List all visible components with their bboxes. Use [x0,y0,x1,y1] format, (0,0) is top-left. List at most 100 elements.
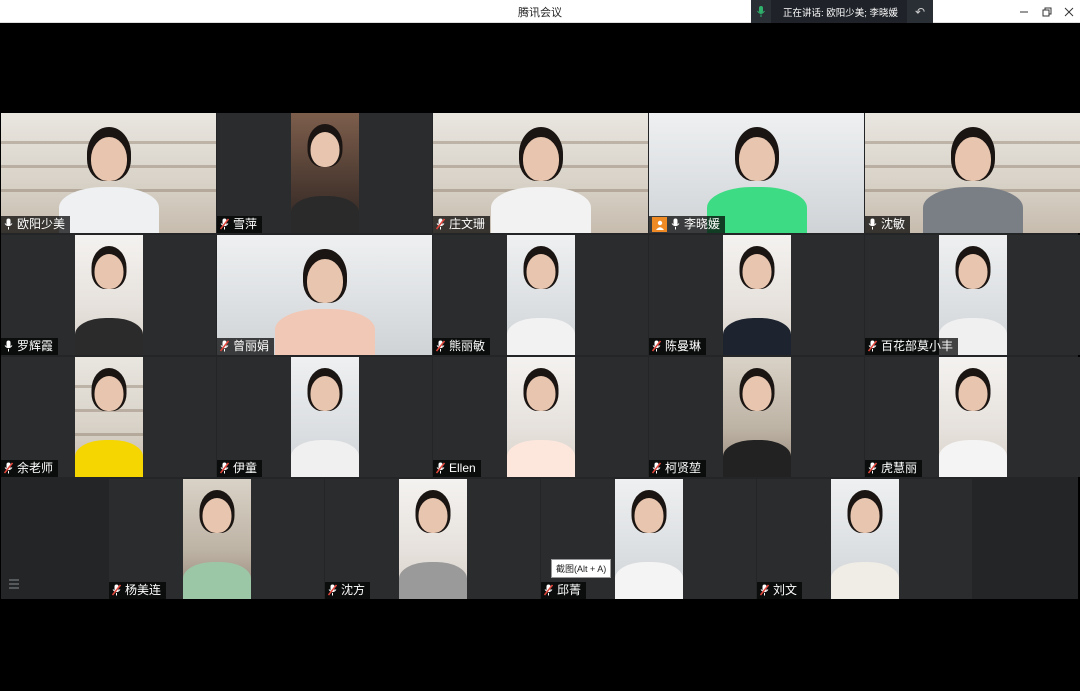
video-feed [75,235,143,355]
mic-muted-icon [220,218,231,231]
participant-figure [54,113,164,233]
participant-name: 伊童 [233,461,258,475]
participant-name: 刘文 [773,583,798,597]
host-icon [652,217,667,232]
participant-tile[interactable]: 虎慧丽 [865,357,1080,477]
participant-name: 虎慧丽 [881,461,918,475]
participant-name-tag: 罗辉霞 [1,338,59,355]
participant-name: 欧阳少美 [17,217,66,231]
participant-tile[interactable]: 杨美连 [109,479,324,599]
participant-figure [723,235,791,355]
participant-name: 百花部莫小丰 [881,339,954,353]
video-feed [723,357,791,477]
mic-muted-icon [868,462,879,475]
participant-name-tag: 熊丽敏 [433,338,491,355]
participant-name-tag: 李晓媛 [649,216,726,233]
participant-figure [939,235,1007,355]
participant-tile[interactable]: 庄文珊 [433,113,648,233]
restore-icon [1042,7,1052,16]
mic-muted-icon [328,584,339,597]
video-feed [399,479,467,599]
participant-name-tag: 杨美连 [109,582,167,599]
participant-tile[interactable]: 熊丽敏 [433,235,648,355]
participant-name: 柯贤堃 [665,461,702,475]
participant-tile[interactable]: 伊童 [217,357,432,477]
mic-muted-icon [436,462,447,475]
participant-tile[interactable]: 罗辉霞 [1,235,216,355]
mic-muted-icon [4,462,15,475]
undo-arrow-icon: ↶ [914,4,926,19]
minimize-button[interactable] [1012,0,1036,23]
participant-name-tag: Ellen [433,460,481,477]
participant-tile[interactable]: 欧阳少美 [1,113,216,233]
participant-figure [831,479,899,599]
participant-figure [723,357,791,477]
participant-tile[interactable]: 雪萍 [217,113,432,233]
participant-name: 陈曼琳 [665,339,702,353]
list-icon[interactable] [8,578,20,590]
participant-tile[interactable]: 邱菁 [541,479,756,599]
participant-name-tag: 柯贤堃 [649,460,707,477]
participant-figure [399,479,467,599]
participant-tile[interactable]: 陈曼琳 [649,235,864,355]
participant-figure [183,479,251,599]
video-feed [649,113,864,233]
collapse-button[interactable]: ↶ [907,0,933,23]
mic-muted-icon [868,340,879,353]
participant-name: 沈方 [341,583,366,597]
participant-tile[interactable]: 百花部莫小丰 [865,235,1080,355]
participant-name-tag: 陈曼琳 [649,338,707,355]
mic-muted-icon [436,218,447,231]
mic-muted-icon [544,584,555,597]
video-feed [831,479,899,599]
video-feed [939,235,1007,355]
participant-name-tag: 沈方 [325,582,371,599]
close-button[interactable] [1057,0,1080,23]
speaking-text: 正在讲话: 欧阳少美; 李晓媛 [783,7,899,19]
video-feed [939,357,1007,477]
participant-name-tag: 刘文 [757,582,803,599]
participant-name-tag: 余老师 [1,460,59,477]
mic-icon [4,218,15,231]
participant-name: 罗辉霞 [17,339,54,353]
video-feed [291,357,359,477]
mic-icon [751,0,771,23]
participant-tile[interactable]: 柯贤堃 [649,357,864,477]
close-icon [1064,7,1074,16]
mic-muted-icon [652,462,663,475]
participant-name: 曾丽娟 [233,339,270,353]
participant-tile[interactable]: 李晓媛 [649,113,864,233]
participant-name-tag: 百花部莫小丰 [865,338,959,355]
participant-tile[interactable]: Ellen [433,357,648,477]
participant-tile[interactable]: 余老师 [1,357,216,477]
minimize-icon [1020,11,1028,12]
participant-figure [507,357,575,477]
participant-name-tag: 邱菁 [541,582,587,599]
video-feed [217,235,432,355]
video-feed [291,113,359,233]
mic-icon [868,218,879,231]
video-feed [1,113,216,233]
speaking-indicator: 正在讲话: 欧阳少美; 李晓媛 ↶ [751,0,933,23]
screenshot-tooltip: 截图(Alt + A) [551,559,612,578]
participant-figure [291,357,359,477]
video-feed [615,479,683,599]
participant-figure [291,113,359,233]
video-feed [507,235,575,355]
video-feed [507,357,575,477]
participant-name: 沈敏 [881,217,906,231]
participant-tile[interactable]: 刘文 [757,479,972,599]
participant-tile[interactable]: 沈敏 [865,113,1080,233]
mic-muted-icon [220,340,231,353]
participant-name: Ellen [449,461,476,475]
mic-muted-icon [760,584,771,597]
participant-figure [939,357,1007,477]
video-feed [865,113,1080,233]
participant-name: 庄文珊 [449,217,486,231]
participant-name-tag: 沈敏 [865,216,911,233]
restore-button[interactable] [1035,0,1059,23]
mic-muted-icon [652,340,663,353]
participant-tile[interactable]: 沈方 [325,479,540,599]
participant-tile[interactable]: 曾丽娟 [217,235,432,355]
participant-figure [75,357,143,477]
